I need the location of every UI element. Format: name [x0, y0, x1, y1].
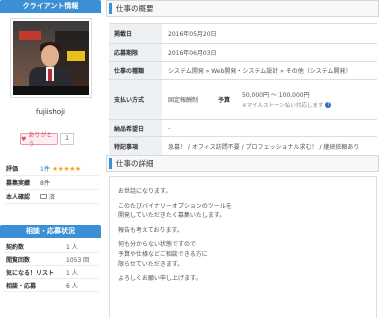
deadline-row: 応募期限 2016年06月03日: [109, 44, 377, 62]
verified-label: 本人確認: [6, 194, 31, 201]
category-row: 仕事の種類 システム開発 » Web開発・システム設計 » その他（システム開発…: [109, 62, 377, 80]
stats-row: 契約数 1 人: [4, 240, 99, 253]
category-link[interactable]: システム開発 » Web開発・システム設計 » その他（システム開発）: [162, 62, 377, 79]
heading-accent: [109, 158, 112, 169]
posted-row: 募集実績 8件: [4, 176, 99, 190]
deadline-label: 応募期限: [109, 44, 162, 61]
start-value: 2016年05月20日: [168, 31, 217, 38]
category-label: 仕事の種類: [109, 62, 162, 79]
detail-line: 限らせていただきます。: [118, 260, 184, 268]
detail-line: 予算や仕様などご相談できる方に: [118, 250, 208, 258]
detail-line: お世話になります。: [118, 188, 172, 195]
payment-row: 支払い方式 固定報酬制 予算 50,000円 〜 100,000円 ※マイルスト…: [109, 80, 377, 120]
detail-line: 何も分からない状態ですので: [118, 241, 197, 249]
client-column: クライアント情報 fujiishoji ♥ ありがとう 1 評価 1件 ★★★★…: [0, 0, 101, 318]
stats-value: 6 人: [66, 282, 78, 290]
budget-note: ※マイルストーン払い対応します: [242, 103, 324, 109]
thanks-label: ありがとう: [28, 132, 53, 148]
detail-line: 報告も考えております。: [118, 226, 183, 234]
detail-heading-text: 仕事の詳細: [116, 159, 154, 168]
stats-label: 相談・応募: [6, 282, 37, 290]
budget-value: 50,000円 〜 100,000円: [242, 92, 310, 99]
start-row: 掲載日 2016年05月20日: [109, 24, 377, 44]
features-value: 急募！ / オフィス訪問不要 / プロフェッショナル求む！ / 継続依頼あり: [168, 144, 360, 151]
delivery-row: 納品希望日 -: [109, 120, 377, 137]
start-label: 掲載日: [109, 24, 162, 43]
features-row: 特記事項 急募！ / オフィス訪問不要 / プロフェッショナル求む！ / 継続依…: [109, 137, 377, 157]
deadline-value: 2016年06月03日: [168, 50, 217, 57]
stats-heading: 相談・応募状況: [0, 225, 101, 238]
budget-label: 予算: [218, 97, 231, 104]
summary-heading-text: 仕事の概要: [116, 4, 154, 13]
job-summary-table: 掲載日 2016年05月20日 応募期限 2016年06月03日 仕事の種類 シ…: [109, 23, 377, 157]
thanks-button[interactable]: ♥ ありがとう: [20, 132, 58, 148]
heart-icon: ♥: [21, 135, 27, 143]
client-username[interactable]: fujiishoji: [0, 108, 101, 116]
stats-row: 閲覧回数 1053 回: [4, 253, 99, 266]
detail-line: 開発していただきたく募集いたします。: [118, 212, 226, 220]
stats-value: 1 人: [66, 269, 78, 277]
stats-value: 1053 回: [66, 256, 90, 264]
stats-table: 契約数 1 人 閲覧回数 1053 回 気になる！リスト 1 人 相談・応募 6…: [4, 240, 99, 292]
client-profile-table: 評価 1件 ★★★★★ 募集実績 8件 本人確認 済: [4, 162, 99, 204]
delivery-value: -: [168, 124, 171, 132]
heading-accent: [109, 3, 112, 14]
posted-label: 募集実績: [6, 180, 31, 187]
stats-value: 1 人: [66, 243, 78, 251]
verified-row: 本人確認 済: [4, 190, 99, 204]
avatar-photo: [13, 21, 89, 95]
job-detail-body: お世話になります。 このたびバイナリーオプションのツールを 開発していただきたく…: [109, 176, 377, 318]
summary-heading: 仕事の概要: [106, 0, 379, 17]
detail-line: このたびバイナリーオプションのツールを: [118, 202, 232, 210]
client-info-heading: クライアント情報: [0, 0, 101, 13]
stats-label: 契約数: [6, 243, 25, 251]
detail-heading: 仕事の詳細: [106, 155, 379, 172]
stats-row: 気になる！リスト 1 人: [4, 266, 99, 279]
verified-value: 済: [49, 194, 56, 201]
thanks-count: 1: [60, 133, 74, 145]
features-label: 特記事項: [109, 137, 162, 156]
id-card-icon: [40, 194, 47, 199]
help-icon[interactable]: ?: [325, 102, 332, 108]
rating-label: 評価: [6, 166, 19, 173]
job-column: 仕事の概要 掲載日 2016年05月20日 応募期限 2016年06月03日 仕…: [106, 0, 379, 318]
client-avatar[interactable]: [10, 18, 92, 98]
stats-label: 閲覧回数: [6, 256, 31, 264]
pay-label: 支払い方式: [109, 80, 162, 119]
star-rating-icon: ★★★★★: [51, 164, 81, 173]
rating-count[interactable]: 1件: [40, 164, 50, 173]
pay-kind: 固定報酬制: [168, 97, 199, 104]
rating-row: 評価 1件 ★★★★★: [4, 162, 99, 176]
stats-label: 気になる！リスト: [6, 269, 55, 277]
stats-row: 相談・応募 6 人: [4, 279, 99, 292]
delivery-label: 納品希望日: [109, 120, 162, 136]
detail-line: よろしくお願い申し上げます。: [118, 275, 202, 283]
posted-value: 8件: [40, 180, 50, 187]
